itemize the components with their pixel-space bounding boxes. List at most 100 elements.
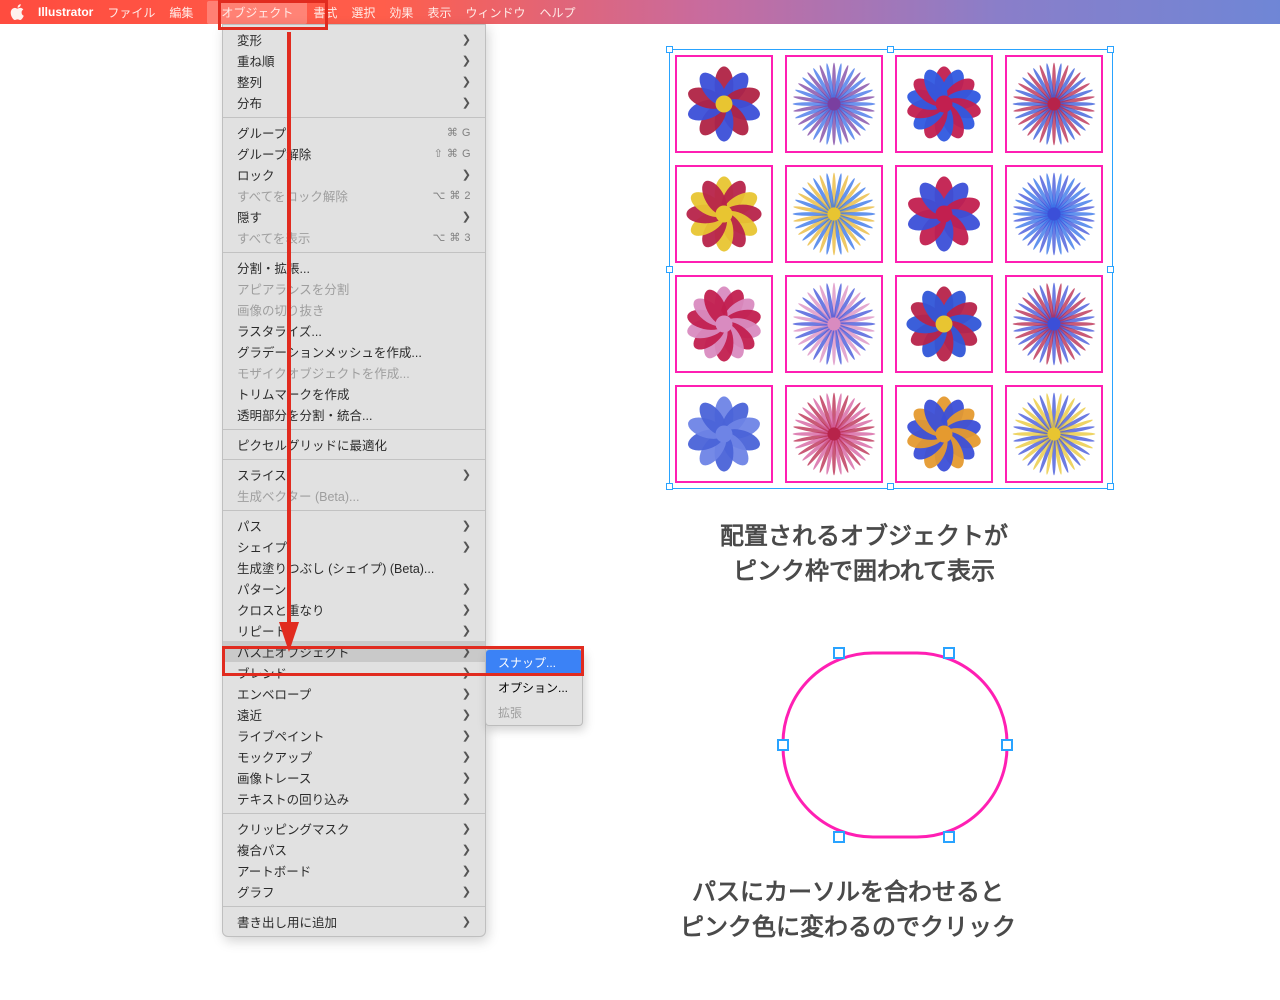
menu-item[interactable]: パターン❯ [223, 578, 485, 599]
ellipse-path[interactable] [735, 645, 1055, 845]
chevron-right-icon: ❯ [462, 75, 471, 88]
anchor-tr[interactable] [943, 647, 955, 659]
menu-item-label: アピアランスを分割 [237, 279, 349, 298]
menu-item-label: ピクセルグリッドに最適化 [237, 435, 387, 454]
menu-item[interactable]: ロック❯ [223, 164, 485, 185]
menu-item[interactable]: トリムマークを作成 [223, 383, 485, 404]
menu-shortcut: ⇧ ⌘ G [434, 147, 471, 160]
anchor-ml[interactable] [777, 739, 789, 751]
submenu-snap[interactable]: スナップ... [486, 650, 582, 675]
menu-item[interactable]: ブレンド ❯ [223, 662, 485, 683]
menu-item-label: すべてをロック解除 [237, 186, 348, 205]
chevron-right-icon: ❯ [462, 666, 471, 679]
chevron-right-icon: ❯ [462, 750, 471, 763]
menu-item[interactable]: パス❯ [223, 515, 485, 536]
menu-item[interactable]: 分割・拡張... [223, 257, 485, 278]
menu-item[interactable]: アートボード ❯ [223, 860, 485, 881]
menu-item-label: 遠近 [237, 705, 262, 724]
sel-handle-tr[interactable] [1107, 46, 1114, 53]
menu-item[interactable]: グラデーションメッシュを作成... [223, 341, 485, 362]
menu-item-label: モザイクオブジェクトを作成... [237, 363, 410, 382]
chevron-right-icon: ❯ [462, 885, 471, 898]
menu-item-label: アートボード [237, 861, 311, 880]
menu-item-label: リピート [237, 621, 287, 640]
caption-top: 配置されるオブジェクトが ピンク枠で囲われて表示 [720, 520, 1008, 590]
menu-item-label: パス上オブジェクト [237, 642, 350, 661]
menu-item[interactable]: 複合パス❯ [223, 839, 485, 860]
menu-item[interactable]: 遠近❯ [223, 704, 485, 725]
menu-item[interactable]: パス上オブジェクト ❯ [223, 641, 485, 662]
menu-item[interactable]: 画像トレース❯ [223, 767, 485, 788]
menu-item[interactable]: 分布❯ [223, 92, 485, 113]
menu-item[interactable]: エンベロープ❯ [223, 683, 485, 704]
menu-item[interactable]: ラスタライズ... [223, 320, 485, 341]
menu-item[interactable]: 生成塗りつぶし (シェイプ) (Beta)... [223, 557, 485, 578]
menu-item[interactable]: シェイプ❯ [223, 536, 485, 557]
menu-item-label: 分割・拡張... [237, 258, 310, 277]
sel-handle-mr[interactable] [1107, 266, 1114, 273]
menu-item[interactable]: 隠す❯ [223, 206, 485, 227]
menu-edit[interactable]: 編集 [169, 4, 193, 21]
menu-help[interactable]: ヘルプ [539, 4, 575, 21]
app-name: Illustrator [38, 5, 93, 19]
menu-item[interactable]: 透明部分を分割・統合... [223, 404, 485, 425]
menu-item-label: 画像トレース [237, 768, 311, 787]
sel-handle-bl[interactable] [666, 483, 673, 490]
sel-handle-tl[interactable] [666, 46, 673, 53]
menu-item[interactable]: 重ね順❯ [223, 50, 485, 71]
menu-separator [223, 252, 485, 253]
anchor-br[interactable] [943, 831, 955, 843]
sel-handle-bm[interactable] [887, 483, 894, 490]
menu-item[interactable]: グループ⌘ G [223, 122, 485, 143]
chevron-right-icon: ❯ [462, 96, 471, 109]
menu-item[interactable]: グループ解除⇧ ⌘ G [223, 143, 485, 164]
menu-item-label: ブレンド [237, 663, 287, 682]
menu-item[interactable]: 整列 ❯ [223, 71, 485, 92]
menu-item[interactable]: クリッピングマスク❯ [223, 818, 485, 839]
chevron-right-icon: ❯ [462, 729, 471, 742]
menu-item-label: 書き出し用に追加 [237, 912, 337, 931]
menu-item-label: トリムマークを作成 [237, 384, 350, 403]
chevron-right-icon: ❯ [462, 603, 471, 616]
menu-item[interactable]: リピート❯ [223, 620, 485, 641]
submenu-options[interactable]: オプション... [486, 675, 582, 700]
menu-view[interactable]: 表示 [427, 4, 451, 21]
menu-select[interactable]: 選択 [351, 4, 375, 21]
menu-separator [223, 510, 485, 511]
chevron-right-icon: ❯ [462, 822, 471, 835]
menu-item-label: 隠す [237, 207, 262, 226]
menu-object[interactable]: オブジェクト [207, 1, 307, 24]
menu-item[interactable]: 変形❯ [223, 29, 485, 50]
chevron-right-icon: ❯ [462, 645, 471, 658]
anchor-bl[interactable] [833, 831, 845, 843]
menu-item-label: ラスタライズ... [237, 321, 322, 340]
menu-item[interactable]: テキストの回り込み❯ [223, 788, 485, 809]
menu-item: アピアランスを分割 [223, 278, 485, 299]
menu-type[interactable]: 書式 [313, 4, 337, 21]
menu-file[interactable]: ファイル [107, 4, 155, 21]
menu-item-label: 整列 [237, 72, 262, 91]
menu-item: モザイクオブジェクトを作成... [223, 362, 485, 383]
anchor-mr[interactable] [1001, 739, 1013, 751]
chevron-right-icon: ❯ [462, 864, 471, 877]
menu-item-label: シェイプ [237, 537, 287, 556]
menu-window[interactable]: ウィンドウ [465, 4, 525, 21]
caption-top-l2: ピンク枠で囲われて表示 [733, 558, 995, 585]
menu-shortcut: ⌥ ⌘ 3 [433, 231, 471, 244]
menu-item[interactable]: ピクセルグリッドに最適化 [223, 434, 485, 455]
sel-handle-tm[interactable] [887, 46, 894, 53]
sel-handle-ml[interactable] [666, 266, 673, 273]
caption-top-l1: 配置されるオブジェクトが [720, 523, 1008, 550]
sel-handle-br[interactable] [1107, 483, 1114, 490]
menu-item[interactable]: ライブペイント❯ [223, 725, 485, 746]
menu-item[interactable]: 書き出し用に追加❯ [223, 911, 485, 932]
menu-item: 画像の切り抜き [223, 299, 485, 320]
menu-item[interactable]: スライス❯ [223, 464, 485, 485]
anchor-tl[interactable] [833, 647, 845, 659]
menu-item-label: 重ね順 [237, 51, 275, 70]
menu-item[interactable]: グラフ❯ [223, 881, 485, 902]
menu-item-label: グループ [237, 123, 286, 142]
menu-effect[interactable]: 効果 [389, 4, 413, 21]
menu-item[interactable]: モックアップ❯ [223, 746, 485, 767]
menu-item[interactable]: クロスと重なり❯ [223, 599, 485, 620]
